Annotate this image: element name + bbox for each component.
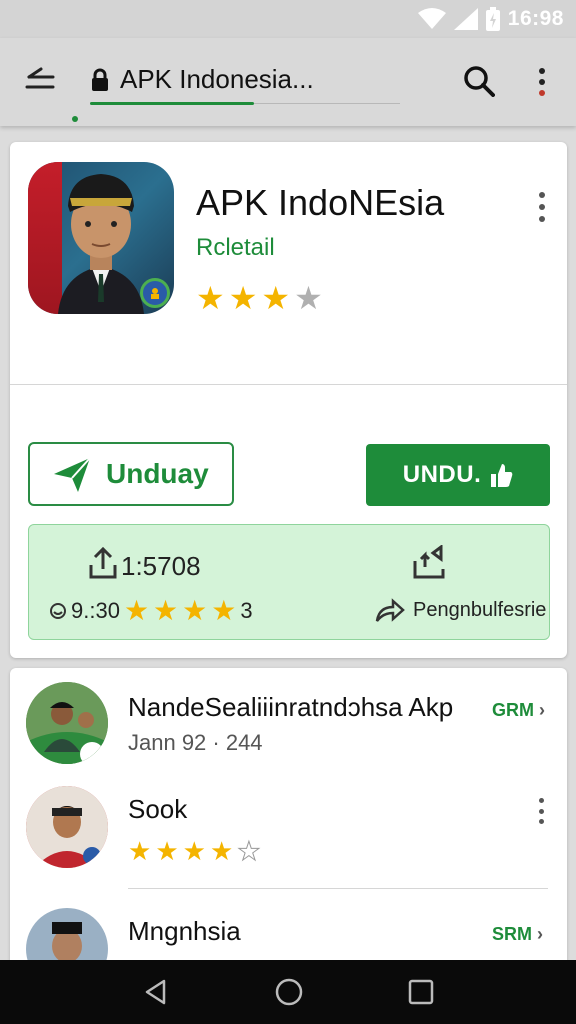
battery-icon xyxy=(485,7,500,31)
app-more-button[interactable] xyxy=(534,192,550,222)
star-filled-icon: ★ xyxy=(153,595,179,626)
list-item[interactable]: Mngnhsia SRM › xyxy=(10,890,567,968)
install-button-label: UNDU. xyxy=(402,461,482,488)
unduh-install-button[interactable]: UNDU. xyxy=(366,444,550,506)
star-empty-icon: ★ xyxy=(237,836,261,866)
divider xyxy=(128,888,548,889)
star-filled-icon: ★ xyxy=(196,280,225,316)
menu-dot xyxy=(538,808,544,814)
overflow-menu-button[interactable] xyxy=(528,62,556,102)
star-filled-icon: ★ xyxy=(228,280,258,316)
menu-dot xyxy=(539,90,545,96)
signal-icon xyxy=(453,8,478,30)
verified-badge-icon xyxy=(140,278,170,308)
star-filled-icon: ★ xyxy=(211,595,237,626)
list-item-action[interactable]: SRM › xyxy=(492,924,543,945)
list-item-action-label: GRM xyxy=(492,700,534,720)
menu-dot xyxy=(539,68,545,74)
star-filled-icon: ★ xyxy=(261,280,291,316)
share-icon[interactable] xyxy=(411,545,451,581)
search-icon xyxy=(464,66,495,97)
status-bar: 16:98 xyxy=(0,0,576,38)
list-item-rating-stars: ★ ★ ★ ★ ★ xyxy=(128,836,261,866)
menu-dot xyxy=(538,819,544,824)
avatar xyxy=(26,786,108,868)
indicator-dot xyxy=(72,116,78,122)
list-item-subtitle: Jann 92 · 244 xyxy=(128,730,263,755)
back-button[interactable] xyxy=(22,62,58,98)
menu-dot xyxy=(538,798,544,803)
send-icon xyxy=(54,457,91,492)
list-item[interactable]: NandeSealiiinratndↄhsa Akp Jann 92 · 244… xyxy=(10,668,567,768)
app-icon[interactable] xyxy=(28,162,174,314)
list-item[interactable]: Sook ★ ★ ★ ★ ★ xyxy=(10,768,567,888)
nav-home-icon[interactable] xyxy=(274,977,304,1007)
download-icon xyxy=(89,547,117,579)
title-underline-track xyxy=(254,103,400,104)
page-title[interactable]: APK Indonesia... xyxy=(120,64,314,95)
star-filled-icon: ★ xyxy=(209,836,234,866)
chevron-right-icon: › xyxy=(537,924,544,944)
avatar xyxy=(26,682,108,764)
outline-button-label: Unduay xyxy=(106,458,209,489)
list-item-more-button[interactable] xyxy=(536,798,546,824)
menu-dot xyxy=(539,192,545,198)
list-item-title: NandeSealiiinratndↄhsa Akp xyxy=(128,692,454,722)
lock-icon xyxy=(90,68,110,97)
menu-dot xyxy=(539,79,545,85)
thumbs-up-icon xyxy=(491,464,513,487)
list-item-action[interactable]: GRM › xyxy=(492,700,545,721)
app-title: APK IndoNEsia xyxy=(196,182,445,223)
clock: 16:98 xyxy=(507,7,564,30)
system-nav-bar xyxy=(0,960,576,1024)
nav-back-icon[interactable] xyxy=(142,978,170,1006)
list-item-title: Mngnhsia xyxy=(128,916,241,946)
forward-arrow-icon xyxy=(375,598,405,622)
rating-value: 9.:30 xyxy=(71,598,120,623)
star-filled-icon: ★ xyxy=(123,595,150,626)
clock-icon xyxy=(50,603,66,619)
chevron-right-icon: › xyxy=(539,700,546,720)
app-rating-stars: ★ ★ ★ ★ xyxy=(196,282,323,314)
wifi-icon xyxy=(417,8,446,29)
publisher-name: Pengnbulfesrie xyxy=(413,598,547,621)
list-item-action-label: SRM xyxy=(492,924,532,944)
toolbar: APK Indonesia... xyxy=(0,38,576,126)
nav-recents-icon[interactable] xyxy=(408,979,434,1005)
download-count: 1:5708 xyxy=(121,551,201,581)
divider xyxy=(10,384,567,385)
title-underline xyxy=(90,102,254,105)
menu-dot xyxy=(539,216,545,222)
rating-row: 9.:30 ★ ★ ★ ★ 3 xyxy=(49,597,253,625)
list-item-title: Sook xyxy=(128,794,188,824)
star-empty-icon: ★ xyxy=(294,280,323,316)
back-arrow-icon xyxy=(25,67,55,89)
related-apps-list: NandeSealiiinratndↄhsa Akp Jann 92 · 244… xyxy=(10,668,567,968)
star-filled-icon: ★ xyxy=(182,836,206,866)
app-stats-box: 1:5708 9.:30 ★ ★ ★ ★ 3 Pengnbulfesrie xyxy=(28,524,550,640)
avatar xyxy=(26,908,108,968)
menu-dot xyxy=(539,204,545,210)
star-filled-icon: ★ xyxy=(128,836,152,866)
rating-suffix: 3 xyxy=(240,598,253,623)
star-filled-icon: ★ xyxy=(155,836,179,866)
app-developer-link[interactable]: Rcletail xyxy=(196,234,275,262)
star-filled-icon: ★ xyxy=(182,595,208,626)
unduh-outline-button[interactable]: Unduay xyxy=(28,442,234,506)
app-card: APK IndoNEsia Rcletail ★ ★ ★ ★ Unduay UN… xyxy=(10,142,567,658)
search-button[interactable] xyxy=(460,62,498,100)
publisher-link[interactable]: Pengnbulfesrie xyxy=(375,597,546,623)
